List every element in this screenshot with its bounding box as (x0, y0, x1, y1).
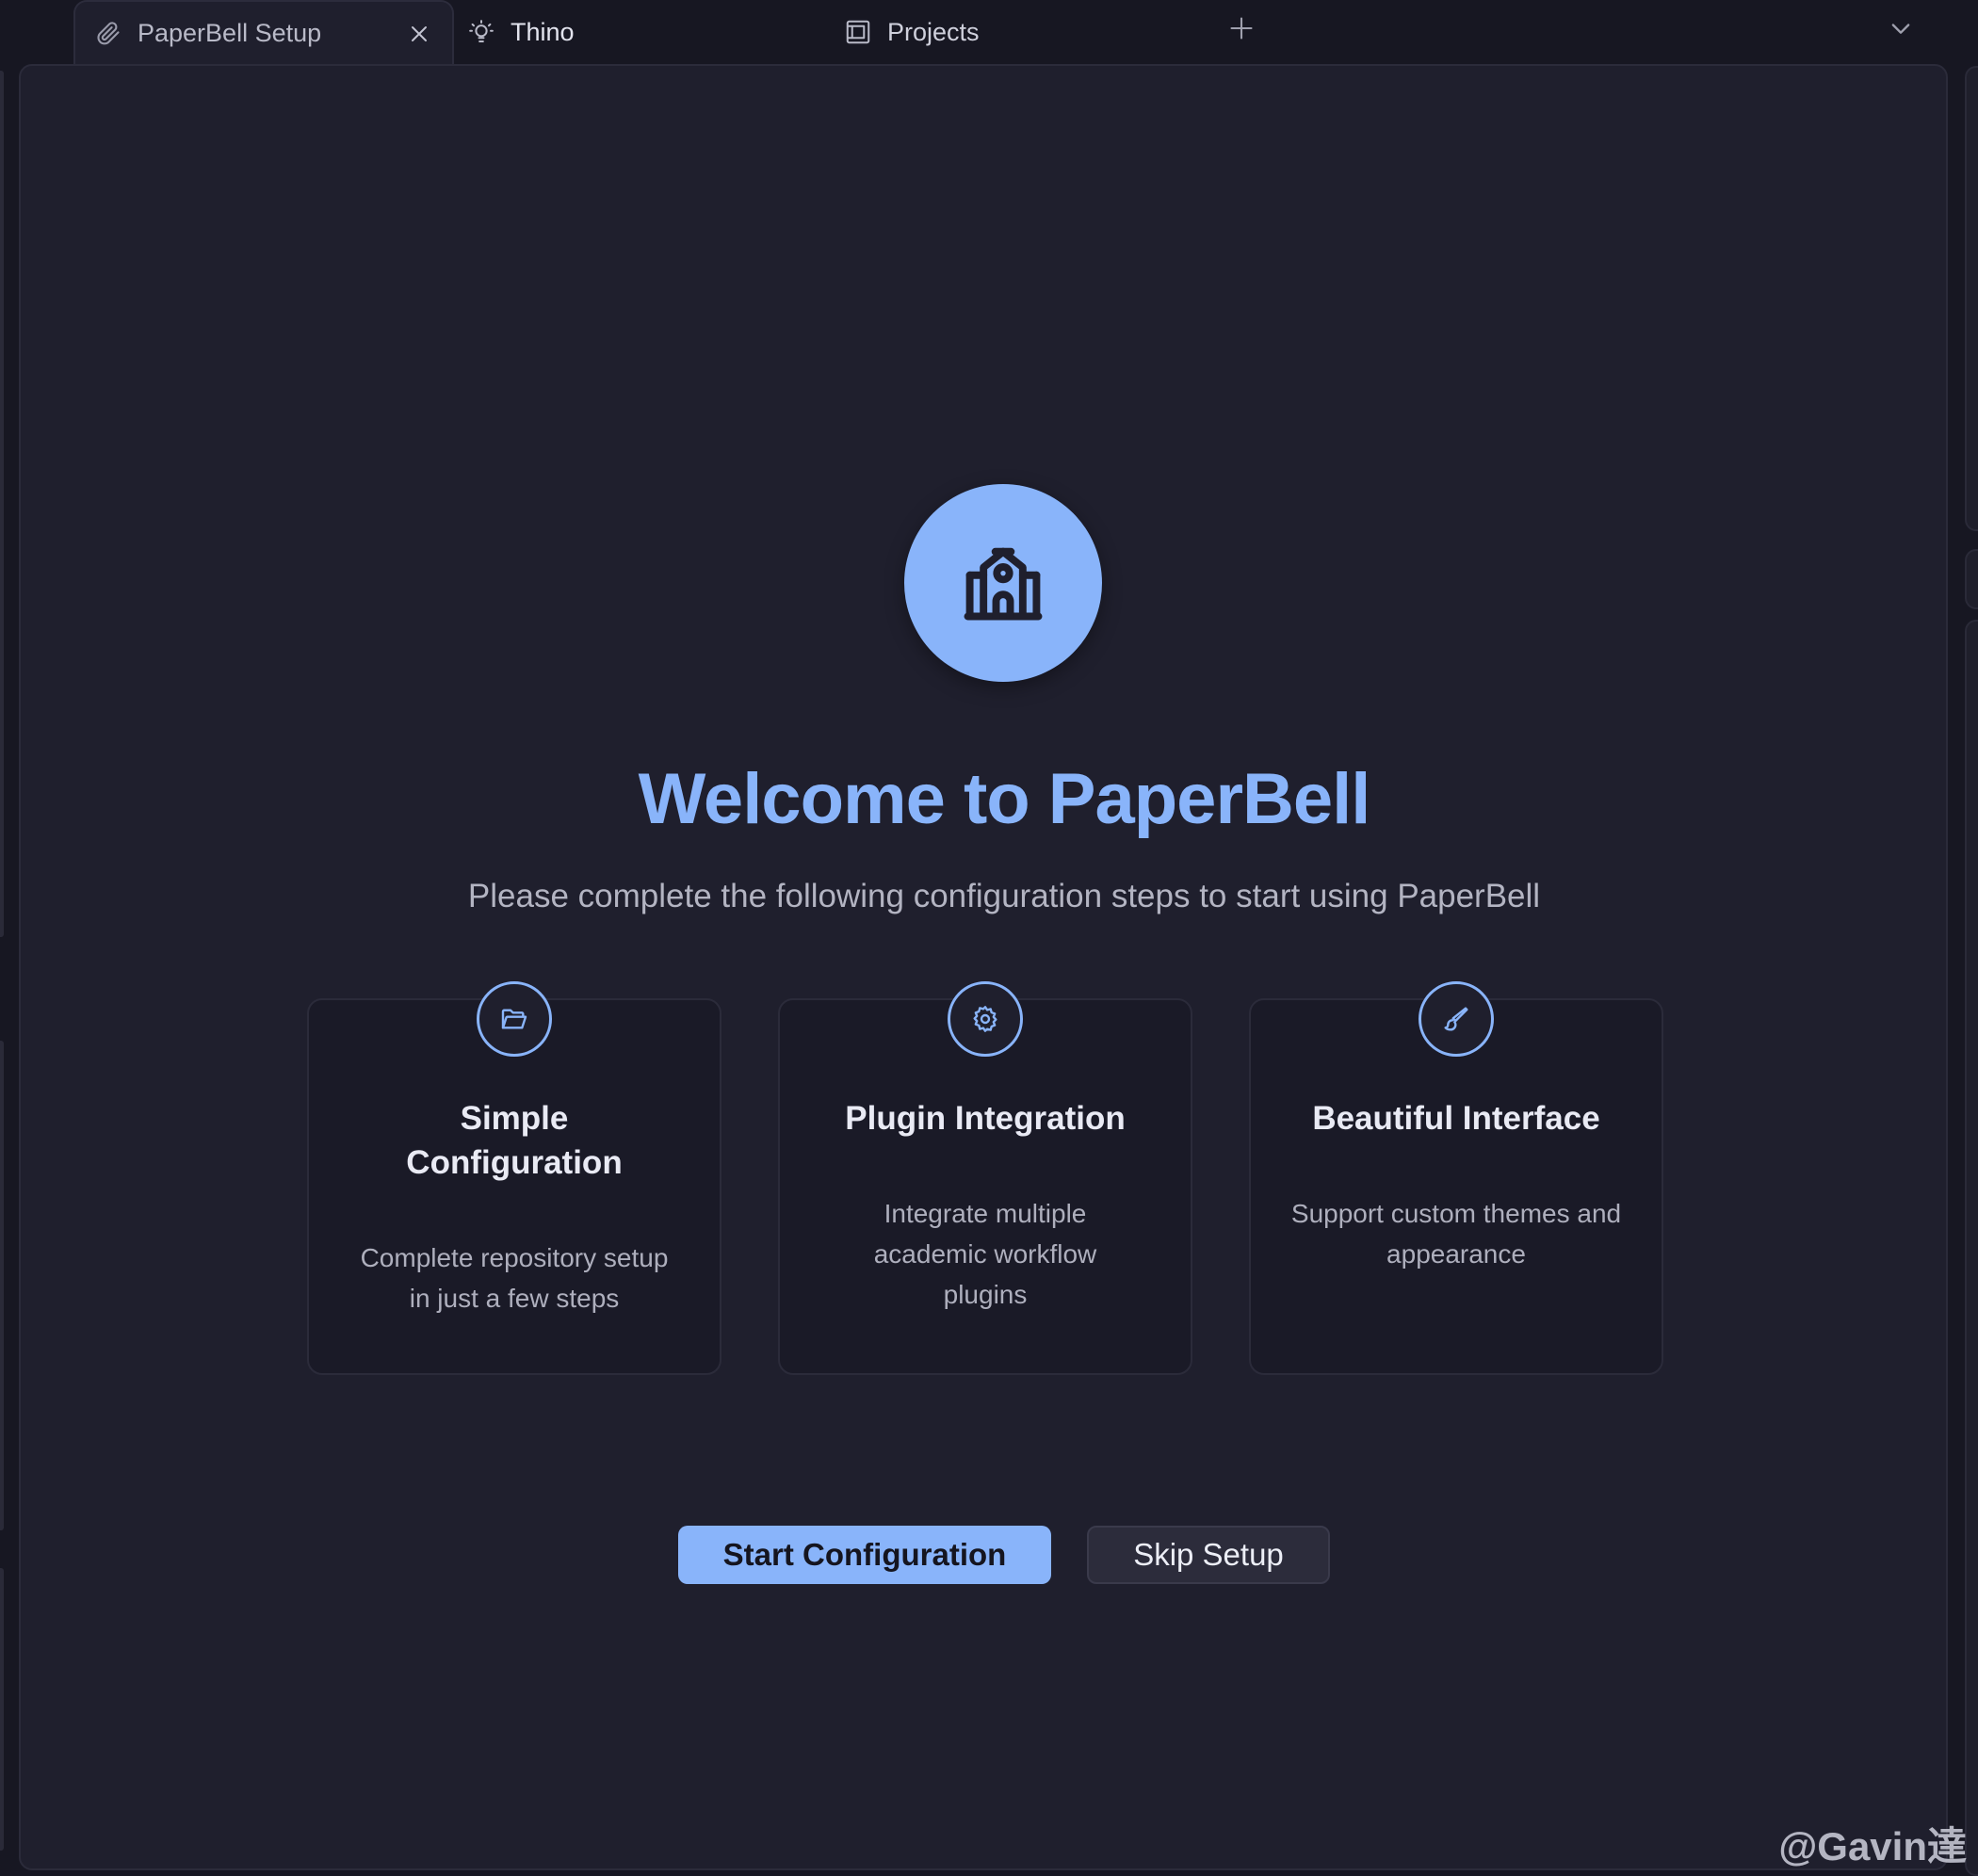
card-description: Integrate multiple academic workflow plu… (873, 1199, 1097, 1309)
right-sidebar-edge (1965, 64, 1978, 1876)
start-configuration-button[interactable]: Start Configuration (678, 1526, 1051, 1584)
tab-label: Thino (511, 17, 575, 46)
tab-bar: PaperBell Setup Thino Projects (0, 0, 1978, 64)
close-icon[interactable] (403, 18, 435, 50)
card-title: Plugin Integration (845, 1100, 1126, 1137)
watermark: @Gavin達 (1778, 1824, 1967, 1868)
welcome-title: Welcome to PaperBell (638, 759, 1371, 839)
tab-paperbell-setup[interactable]: PaperBell Setup (73, 0, 454, 64)
projects-icon (842, 16, 874, 48)
paperclip-icon (92, 17, 124, 49)
feature-card-simple-configuration: Simple Configuration Complete repository… (307, 981, 721, 1375)
tab-thino[interactable]: Thino (465, 0, 575, 64)
feature-card-beautiful-interface: Beautiful Interface Support custom theme… (1249, 981, 1663, 1375)
card-title: Beautiful Interface (1312, 1100, 1600, 1137)
chevron-down-icon[interactable] (1884, 11, 1918, 45)
welcome-subtitle: Please complete the following configurat… (467, 878, 1541, 914)
lightbulb-icon (465, 16, 497, 48)
setup-panel: Welcome to PaperBell Please complete the… (19, 64, 1948, 1870)
card-description: Support custom themes and appearance (1290, 1199, 1622, 1269)
left-sidebar-edge (0, 71, 5, 1869)
hero-logo (904, 484, 1102, 682)
card-title: Simple Configuration (406, 1100, 623, 1181)
folder-open-icon (477, 981, 552, 1057)
new-tab-plus-icon[interactable] (1224, 11, 1258, 45)
paintbrush-icon (1419, 981, 1494, 1057)
tab-label: PaperBell Setup (138, 18, 322, 47)
skip-setup-button[interactable]: Skip Setup (1087, 1526, 1330, 1584)
feature-card-plugin-integration: Plugin Integration Integrate multiple ac… (778, 981, 1192, 1375)
card-description: Complete repository setup in just a few … (360, 1243, 669, 1313)
school-building-icon (956, 534, 1050, 633)
gear-icon (948, 981, 1023, 1057)
tab-label: Projects (887, 17, 980, 46)
tab-projects[interactable]: Projects (842, 0, 980, 64)
